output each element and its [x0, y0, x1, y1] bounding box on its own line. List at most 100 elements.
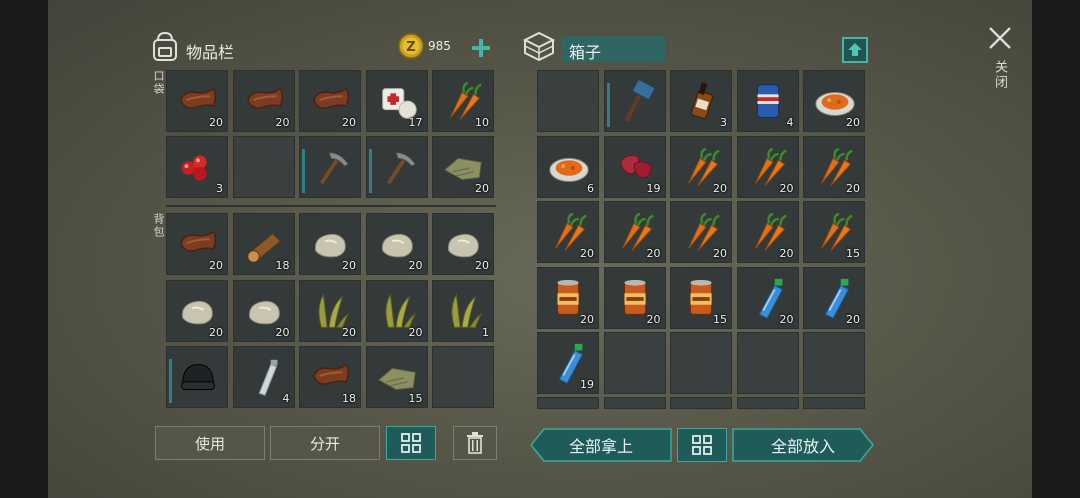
item-count: 20 — [713, 247, 727, 260]
box-slot-partial[interactable] — [537, 397, 599, 409]
box-slot-water-bottle[interactable]: 20 — [736, 266, 799, 329]
grid-icon — [692, 435, 712, 455]
item-count: 20 — [408, 259, 423, 272]
backpack-slot-plant-fiber[interactable]: 1 — [432, 279, 494, 342]
box-slot-raw-meat[interactable]: 19 — [603, 135, 666, 198]
item-count: 20 — [408, 325, 423, 339]
take-all-button[interactable]: 全部拿上 — [530, 428, 672, 462]
sort-box-button[interactable] — [677, 428, 727, 462]
box-slot-stew-plate[interactable]: 20 — [803, 70, 865, 132]
box-slot-carrot[interactable]: 20 — [736, 201, 799, 263]
plant-fiber-icon — [451, 292, 483, 328]
box-slot-carrot[interactable]: 20 — [537, 201, 599, 263]
backpack-slot-log[interactable]: 18 — [232, 213, 295, 275]
pickaxe-icon — [319, 152, 349, 185]
box-slot-carrot[interactable]: 15 — [803, 201, 865, 263]
berries-icon — [181, 155, 207, 181]
split-button[interactable]: 分开 — [270, 426, 380, 460]
box-slot-whiskey[interactable]: 3 — [670, 70, 732, 132]
item-count: 4 — [282, 392, 290, 405]
box-slot-carrot[interactable]: 20 — [603, 201, 666, 263]
box-slot-empty[interactable] — [803, 332, 865, 394]
coin-icon: Z — [398, 33, 424, 59]
box-slot-empty[interactable] — [670, 332, 732, 394]
box-slot-empty[interactable] — [736, 332, 799, 394]
pocket-slot-leather[interactable]: 20 — [232, 70, 295, 132]
box-slot-canned-food[interactable]: 15 — [670, 266, 732, 329]
box-slot-stew-plate[interactable]: 6 — [537, 135, 599, 198]
backpack-slot-leather[interactable]: 20 — [166, 213, 228, 275]
coin-count: 985 — [428, 39, 451, 53]
box-slot-partial[interactable] — [736, 397, 799, 409]
add-coins-button[interactable] — [468, 35, 494, 61]
item-count: 20 — [779, 247, 794, 260]
item-count: 20 — [342, 259, 356, 272]
backpack-slot-plant-fiber[interactable]: 20 — [299, 279, 361, 342]
close-icon — [989, 27, 1011, 49]
use-button[interactable]: 使用 — [155, 426, 265, 460]
svg-text:Z: Z — [406, 40, 415, 55]
box-slot-beer-can[interactable]: 4 — [736, 70, 799, 132]
backpack-slot-cloth[interactable]: 15 — [365, 346, 428, 408]
box-slot-empty[interactable] — [603, 332, 666, 394]
upload-icon — [848, 43, 862, 56]
box-slot-empty[interactable] — [537, 70, 599, 132]
sledgehammer-icon — [624, 79, 655, 123]
item-count: 20 — [846, 181, 860, 195]
item-count: 4 — [786, 116, 794, 129]
box-slot-partial[interactable] — [670, 397, 732, 409]
box-slot-canned-food[interactable]: 20 — [537, 266, 599, 329]
box-slot-partial[interactable] — [803, 397, 865, 409]
transfer-up-button[interactable] — [842, 37, 868, 63]
item-count: 20 — [846, 312, 860, 326]
box-name-field[interactable]: 箱子 — [561, 36, 665, 62]
backpack-slot-stone[interactable]: 20 — [166, 279, 228, 342]
put-all-label: 全部放入 — [770, 437, 835, 456]
sort-inventory-button[interactable] — [386, 426, 436, 460]
backpack-slot-beanie[interactable] — [166, 346, 228, 408]
backpack-slot-empty[interactable] — [432, 346, 494, 408]
backpack-slot-stone[interactable]: 20 — [232, 279, 295, 342]
item-count: 20 — [342, 116, 356, 129]
pocket-slot-berries[interactable]: 3 — [166, 136, 228, 198]
pocket-slot-carrot[interactable]: 10 — [432, 70, 494, 132]
backpack-slot-plant-fiber[interactable]: 20 — [365, 279, 428, 342]
pocket-slot-empty[interactable] — [232, 136, 295, 198]
close-button[interactable] — [986, 24, 1014, 52]
delete-button[interactable] — [453, 426, 497, 460]
backpack-slot-leather[interactable]: 18 — [299, 346, 361, 408]
box-slot-sledgehammer[interactable] — [603, 70, 666, 132]
pocket-slot-bandage[interactable]: 17 — [365, 70, 428, 132]
game-screen: 物品栏 Z 985 口袋 背包 箱子 使用 分开 全部拿上 全部放入 关闭 20… — [0, 0, 1080, 498]
box-slot-water-bottle[interactable]: 19 — [537, 332, 599, 394]
take-all-label: 全部拿上 — [568, 437, 633, 456]
box-slot-carrot[interactable]: 20 — [670, 201, 732, 263]
backpack-slot-stone[interactable]: 20 — [299, 213, 361, 275]
item-count: 3 — [216, 182, 223, 195]
box-slot-water-bottle[interactable]: 20 — [803, 266, 865, 329]
box-slot-carrot[interactable]: 20 — [803, 135, 865, 198]
item-count: 19 — [580, 378, 594, 391]
pockets-label: 口袋 — [152, 70, 165, 96]
item-count: 20 — [646, 247, 661, 260]
pickaxe-icon — [386, 152, 416, 185]
pocket-slot-leather[interactable]: 20 — [166, 70, 228, 132]
item-count: 18 — [342, 392, 356, 405]
beanie-icon — [181, 364, 215, 390]
backpack-slot-stone[interactable]: 20 — [365, 213, 428, 275]
item-count: 20 — [580, 312, 594, 326]
pocket-slot-leather[interactable]: 20 — [299, 70, 361, 132]
box-slot-carrot[interactable]: 20 — [670, 135, 732, 198]
box-slot-carrot[interactable]: 20 — [736, 135, 799, 198]
box-slot-partial[interactable] — [603, 397, 666, 409]
pocket-slot-cloth[interactable]: 20 — [432, 136, 494, 198]
put-all-button[interactable]: 全部放入 — [732, 428, 874, 462]
item-count: 20 — [779, 181, 794, 195]
backpack-slot-water-bottle-empty[interactable]: 4 — [232, 346, 295, 408]
pocket-slot-pickaxe[interactable] — [299, 136, 361, 198]
box-slot-canned-food[interactable]: 20 — [603, 266, 666, 329]
backpack-slot-stone[interactable]: 20 — [432, 213, 494, 275]
pocket-slot-pickaxe[interactable] — [365, 136, 428, 198]
durability-bar — [368, 149, 372, 193]
durability-bar — [302, 149, 305, 193]
